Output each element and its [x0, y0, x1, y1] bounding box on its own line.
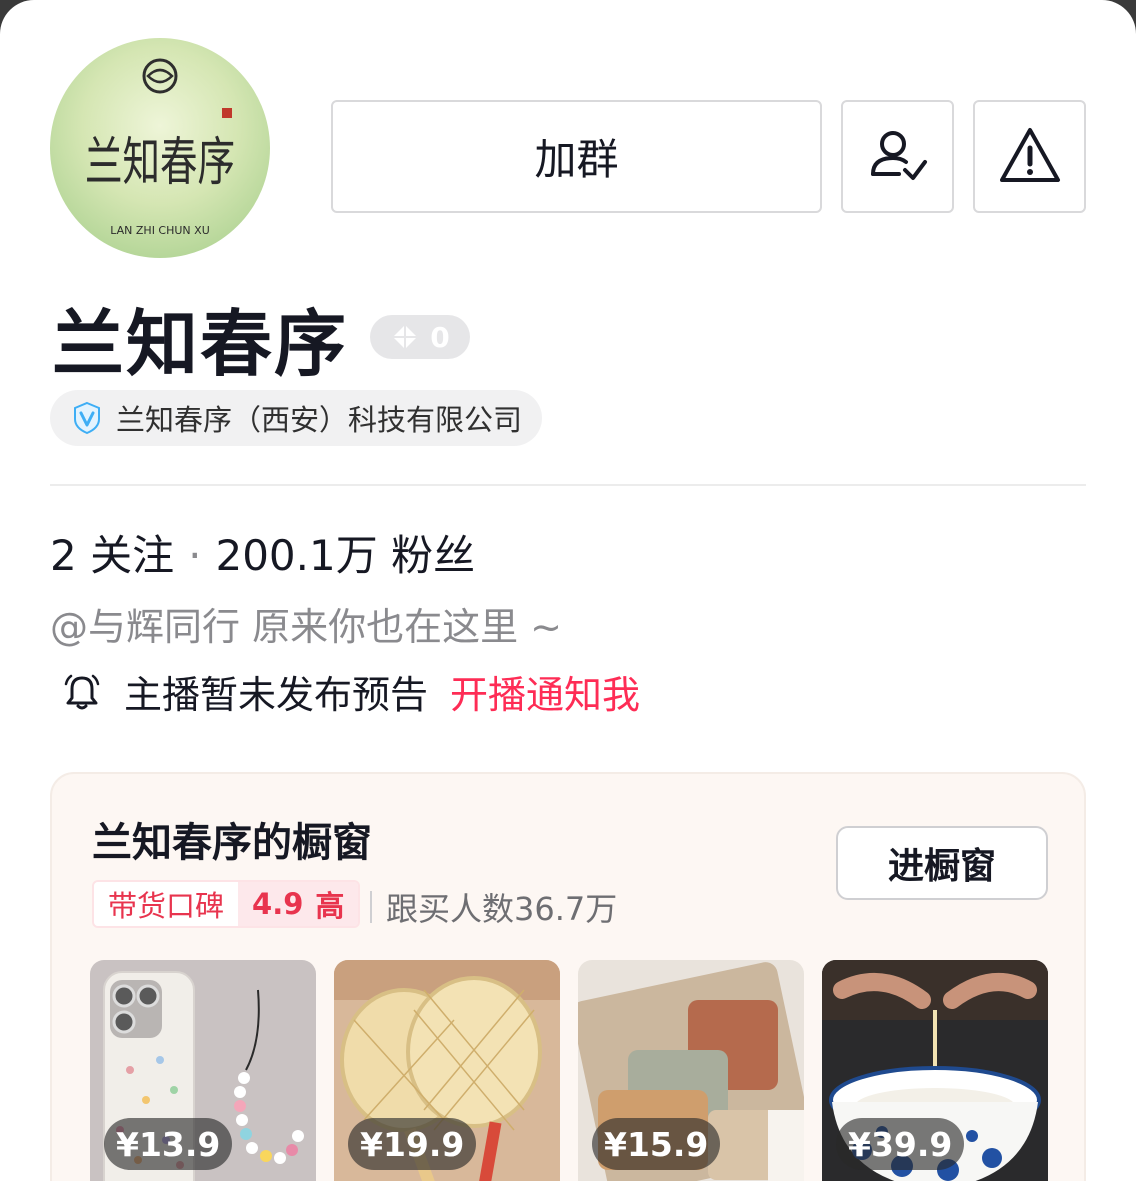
verified-v-icon — [74, 401, 100, 435]
followers-count: 200.1万 — [215, 531, 378, 580]
followers-stat[interactable]: 200.1万 粉丝 — [215, 522, 475, 583]
join-group-label: 加群 — [534, 135, 619, 184]
warning-icon — [999, 127, 1060, 182]
verified-company-name: 兰知春序（西安）科技有限公司 — [116, 403, 523, 437]
buyers-count: 跟买人数36.7万 — [386, 890, 618, 928]
divider — [50, 484, 1086, 486]
product-price: ¥19.9 — [348, 1118, 477, 1170]
product-price: ¥39.9 — [836, 1118, 965, 1170]
avatar-logo: 兰知春序 LAN ZHI CHUN XU — [85, 58, 235, 237]
profile-sheet: 兰知春序 LAN ZHI CHUN XU 加群 兰知春序 0 兰知春序（西安）科… — [0, 0, 1136, 1181]
product-price: ¥15.9 — [592, 1118, 721, 1170]
followers-label: 粉丝 — [391, 531, 476, 580]
name-row: 兰知春序 0 — [52, 292, 471, 386]
avatar[interactable]: 兰知春序 LAN ZHI CHUN XU — [50, 38, 270, 258]
avatar-logo-text: 兰知春序 — [85, 133, 235, 193]
level-value: 0 — [430, 320, 450, 354]
product-list: ¥13.9 ¥19.9 ¥15.9 ¥39.9 — [90, 960, 1048, 1181]
report-button[interactable] — [973, 100, 1086, 213]
reputation-badge: 带货口碑 4.9 高 — [92, 880, 361, 928]
bell-icon — [64, 674, 100, 709]
account-name: 兰知春序 — [52, 301, 349, 386]
live-status-text: 主播暂未发布预告 — [124, 673, 429, 717]
live-notice-row: 主播暂未发布预告 开播通知我 — [62, 664, 640, 719]
enter-shop-button[interactable]: 进橱窗 — [836, 826, 1048, 900]
avatar-logo-subtext: LAN ZHI CHUN XU — [110, 224, 210, 237]
shop-window-title: 兰知春序的橱窗 — [92, 820, 372, 866]
buyers-info: 跟买人数36.7万 — [370, 884, 617, 930]
join-group-button[interactable]: 加群 — [331, 100, 822, 213]
product-card[interactable]: ¥19.9 — [334, 960, 560, 1181]
stats-separator: · — [188, 531, 202, 580]
bio-text: @与辉同行 原来你也在这里 ~ — [50, 605, 562, 649]
following-stat[interactable]: 2 关注 — [50, 522, 174, 583]
level-badge[interactable]: 0 — [370, 315, 471, 359]
notify-me-link[interactable]: 开播通知我 — [450, 664, 640, 719]
reputation-score: 4.9 — [252, 887, 304, 921]
product-price: ¥13.9 — [104, 1118, 233, 1170]
reputation-score-box: 4.9 高 — [238, 882, 359, 926]
stats-row: 2 关注 · 200.1万 粉丝 — [50, 522, 475, 583]
reputation-level: 高 — [315, 889, 345, 923]
user-check-icon — [870, 130, 927, 180]
product-card[interactable]: ¥15.9 — [578, 960, 804, 1181]
reputation-label: 带货口碑 — [94, 882, 239, 926]
following-count: 2 — [50, 531, 77, 580]
following-label: 关注 — [90, 531, 175, 580]
product-card[interactable]: ¥39.9 — [822, 960, 1048, 1181]
enter-shop-label: 进橱窗 — [887, 846, 996, 887]
product-card[interactable]: ¥13.9 — [90, 960, 316, 1181]
verified-company-tag[interactable]: 兰知春序（西安）科技有限公司 — [50, 390, 543, 446]
buyers-separator — [370, 891, 372, 923]
shop-window-card[interactable]: 兰知春序的橱窗 进橱窗 带货口碑 4.9 高 跟买人数36.7万 ¥13.9 ¥… — [50, 772, 1086, 1181]
follow-button[interactable] — [841, 100, 954, 213]
diamond-icon — [393, 325, 418, 349]
